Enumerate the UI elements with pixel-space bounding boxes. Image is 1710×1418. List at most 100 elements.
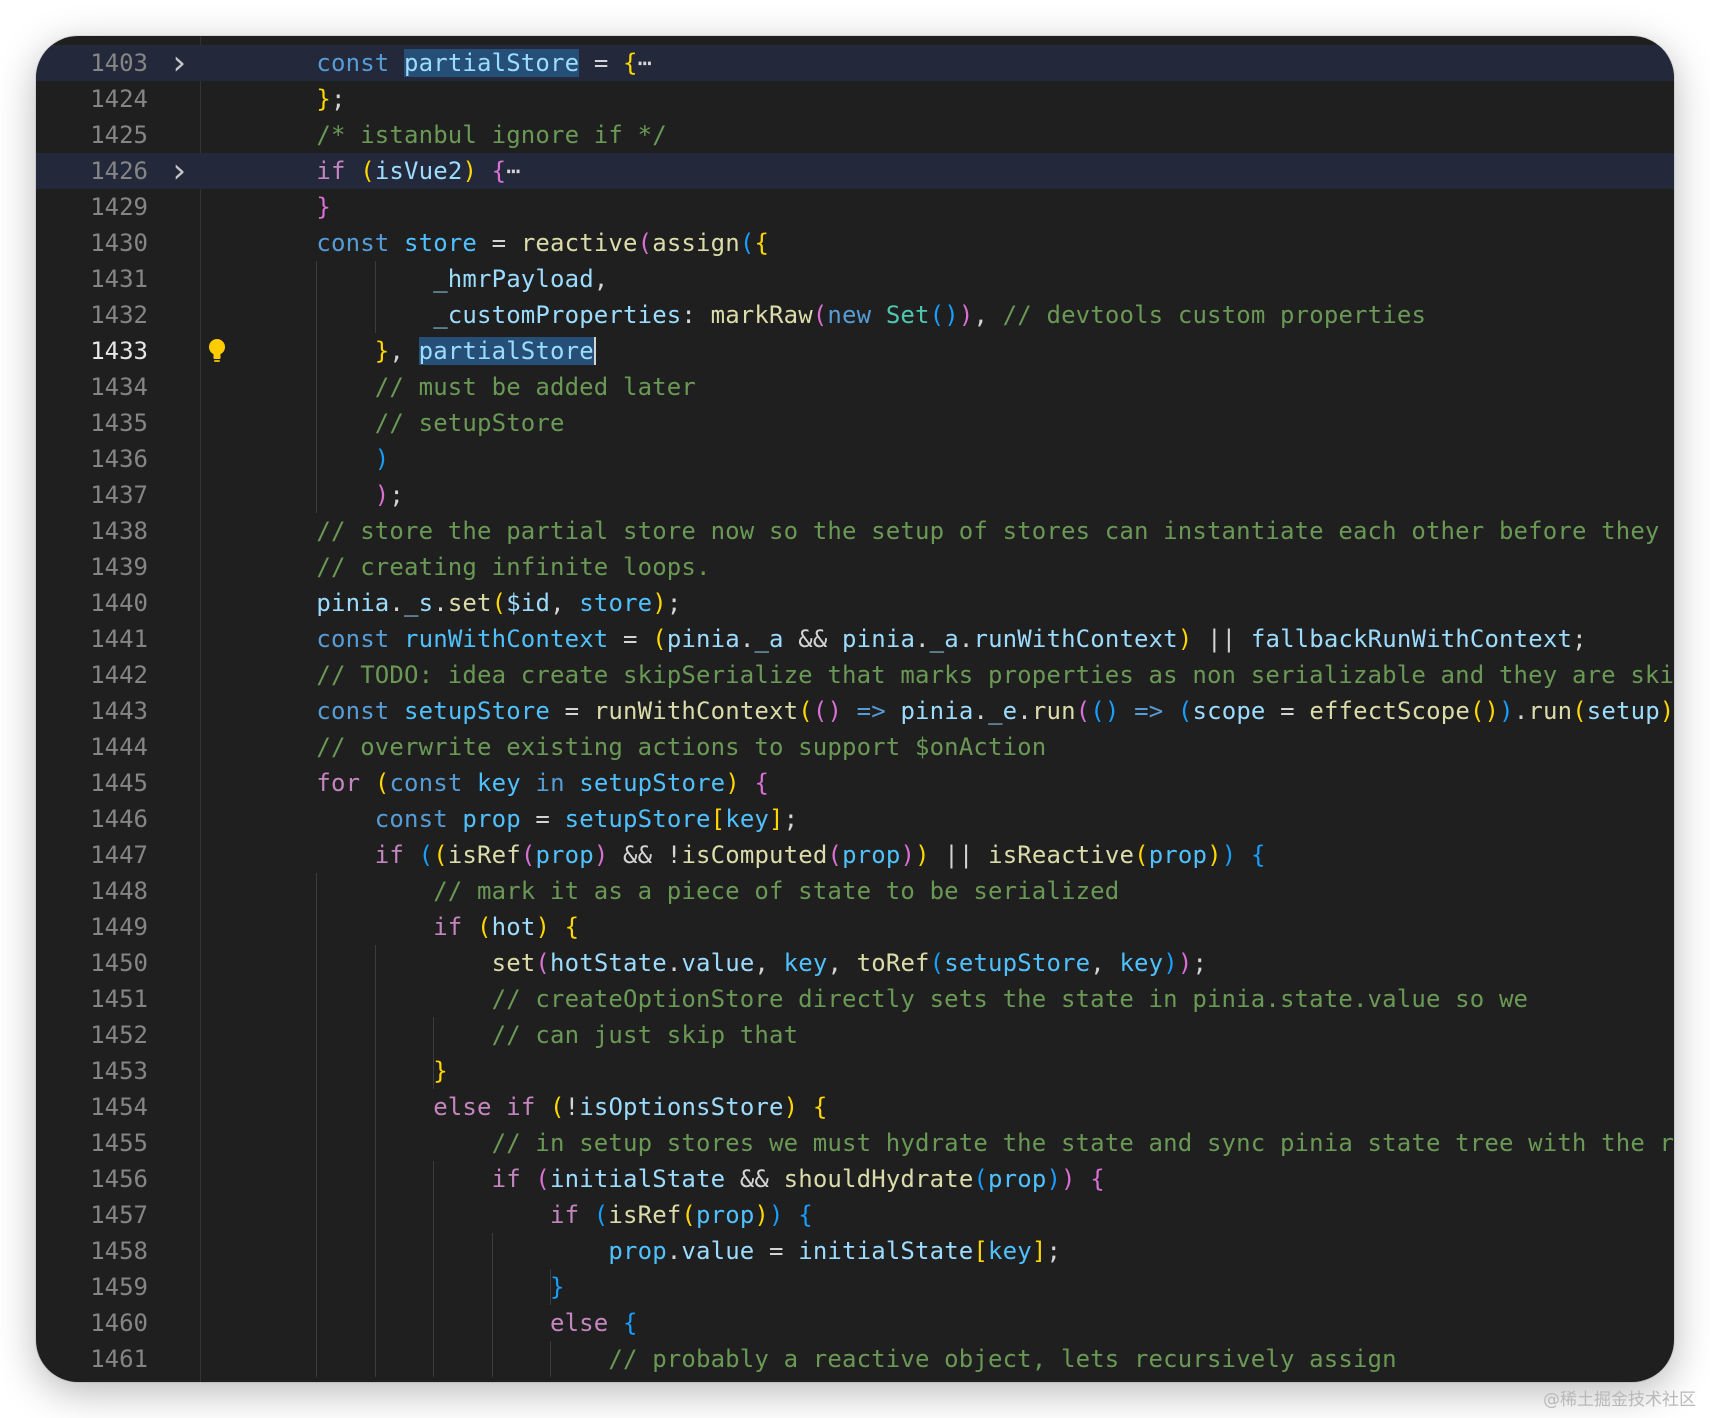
code-text[interactable]: if (isRef(prop)) {: [258, 1197, 813, 1233]
code-text[interactable]: set(hotState.value, key, toRef(setupStor…: [258, 945, 1207, 981]
code-line[interactable]: 1458 prop.value = initialState[key];: [36, 1233, 1674, 1269]
code-line[interactable]: 1435 // setupStore: [36, 405, 1674, 441]
code-token: isReactive: [988, 841, 1135, 869]
code-text[interactable]: _customProperties: markRaw(new Set()), /…: [258, 297, 1426, 333]
code-line[interactable]: 1448 // mark it as a piece of state to b…: [36, 873, 1674, 909]
code-token: ||: [1192, 625, 1251, 653]
code-text[interactable]: const prop = setupStore[key];: [258, 801, 798, 837]
code-line[interactable]: 1438 // store the partial store now so t…: [36, 513, 1674, 549]
code-line[interactable]: 1443 const setupStore = runWithContext((…: [36, 693, 1674, 729]
code-line[interactable]: 1424 };: [36, 81, 1674, 117]
code-token: [: [710, 805, 726, 833]
code-text[interactable]: // createOptionStore directly sets the s…: [258, 981, 1528, 1017]
code-text[interactable]: if ((isRef(prop) && !isComputed(prop)) |…: [258, 837, 1266, 873]
code-token: _s: [404, 589, 434, 617]
code-line[interactable]: 1459 }: [36, 1269, 1674, 1305]
code-text[interactable]: if (initialState && shouldHydrate(prop))…: [258, 1161, 1105, 1197]
code-text[interactable]: );: [258, 477, 404, 513]
code-editor[interactable]: 1403 › const partialStore = {⋯ 1424 }; 1425…: [36, 36, 1674, 1382]
code-line[interactable]: 1453 }: [36, 1053, 1674, 1089]
code-token: =: [608, 625, 653, 653]
code-text[interactable]: else if (!isOptionsStore) {: [258, 1089, 827, 1125]
code-line[interactable]: 1450 set(hotState.value, key, toRef(setu…: [36, 945, 1674, 981]
code-line[interactable]: 1434 // must be added later: [36, 369, 1674, 405]
code-line[interactable]: 1432 _customProperties: markRaw(new Set(…: [36, 297, 1674, 333]
code-line[interactable]: 1437 );: [36, 477, 1674, 513]
code-text[interactable]: // mark it as a piece of state to be ser…: [258, 873, 1119, 909]
code-text[interactable]: // creating infinite loops.: [258, 549, 711, 585]
lightbulb-icon[interactable]: [204, 333, 230, 369]
code-line[interactable]: 1445 for (const key in setupStore) {: [36, 765, 1674, 801]
code-text[interactable]: // can just skip that: [258, 1017, 798, 1053]
code-line[interactable]: 1442 // TODO: idea create skipSerialize …: [36, 657, 1674, 693]
code-text[interactable]: const runWithContext = (pinia._a && pini…: [258, 621, 1587, 657]
code-token: (: [1075, 697, 1091, 725]
code-line[interactable]: 1429 }: [36, 189, 1674, 225]
code-line[interactable]: 1447 if ((isRef(prop) && !isComputed(pro…: [36, 837, 1674, 873]
line-number: 1441: [90, 625, 148, 653]
code-line[interactable]: 1461 // probably a reactive object, lets…: [36, 1341, 1674, 1377]
code-text[interactable]: for (const key in setupStore) {: [258, 765, 769, 801]
fold-chevron-icon[interactable]: ›: [166, 153, 192, 189]
code-comment: // setupStore: [374, 409, 565, 437]
code-text[interactable]: // store the partial store now so the se…: [258, 513, 1674, 549]
code-text[interactable]: const setupStore = runWithContext(() => …: [258, 693, 1674, 729]
code-text[interactable]: if (isVue2) {⋯: [258, 153, 521, 189]
code-line[interactable]: 1455 // in setup stores we must hydrate …: [36, 1125, 1674, 1161]
code-line[interactable]: 1454 else if (!isOptionsStore) {: [36, 1089, 1674, 1125]
code-text[interactable]: // TODO: idea create skipSerialize that …: [258, 657, 1674, 693]
code-text[interactable]: pinia._s.set($id, store);: [258, 585, 681, 621]
code-line[interactable]: 1431 _hmrPayload,: [36, 261, 1674, 297]
code-text[interactable]: else {: [258, 1305, 638, 1341]
code-area[interactable]: 1403 › const partialStore = {⋯ 1424 }; 1425…: [36, 36, 1674, 1382]
code-line[interactable]: 1449 if (hot) {: [36, 909, 1674, 945]
code-line[interactable]: 1433 }, partialStore: [36, 333, 1674, 369]
code-token: (: [360, 157, 375, 185]
code-line[interactable]: 1441 const runWithContext = (pinia._a &&…: [36, 621, 1674, 657]
code-text[interactable]: if (hot) {: [258, 909, 579, 945]
code-text[interactable]: }, partialStore: [258, 333, 596, 369]
code-text[interactable]: }: [258, 1053, 448, 1089]
code-line[interactable]: 1425 /* istanbul ignore if */: [36, 117, 1674, 153]
code-text[interactable]: const store = reactive(assign({: [258, 225, 769, 261]
code-text[interactable]: const partialStore = {⋯: [258, 45, 652, 81]
code-text[interactable]: // must be added later: [258, 369, 696, 405]
code-text[interactable]: }: [258, 189, 331, 225]
code-text[interactable]: // probably a reactive object, lets recu…: [258, 1341, 1397, 1377]
code-text[interactable]: // in setup stores we must hydrate the s…: [258, 1125, 1674, 1161]
code-line[interactable]: 1444 // overwrite existing actions to su…: [36, 729, 1674, 765]
code-line[interactable]: 1436 ): [36, 441, 1674, 477]
fold-chevron-icon[interactable]: ›: [166, 45, 192, 81]
code-text[interactable]: };: [258, 81, 346, 117]
code-line[interactable]: 1430 const store = reactive(assign({: [36, 225, 1674, 261]
code-line[interactable]: 1426 › if (isVue2) {⋯: [36, 153, 1674, 189]
code-line[interactable]: 1446 const prop = setupStore[key];: [36, 801, 1674, 837]
code-line[interactable]: 1460 else {: [36, 1305, 1674, 1341]
code-text[interactable]: // setupStore: [258, 405, 565, 441]
code-token: pinia: [900, 697, 974, 725]
code-text[interactable]: _hmrPayload,: [258, 261, 608, 297]
code-text[interactable]: /* istanbul ignore if */: [258, 117, 667, 153]
code-line[interactable]: 1440 pinia._s.set($id, store);: [36, 585, 1674, 621]
code-line[interactable]: 1457 if (isRef(prop)) {: [36, 1197, 1674, 1233]
code-line[interactable]: 1452 // can just skip that: [36, 1017, 1674, 1053]
code-line[interactable]: 1451 // createOptionStore directly sets …: [36, 981, 1674, 1017]
code-text[interactable]: }: [258, 1269, 565, 1305]
line-number: 1440: [90, 589, 148, 617]
code-text[interactable]: // overwrite existing actions to support…: [258, 729, 1046, 765]
code-line[interactable]: 1439 // creating infinite loops.: [36, 549, 1674, 585]
code-line[interactable]: 1456 if (initialState && shouldHydrate(p…: [36, 1161, 1674, 1197]
code-token: else: [433, 1093, 492, 1121]
code-token: runWithContext: [973, 625, 1178, 653]
code-text[interactable]: ): [258, 441, 389, 477]
code-text[interactable]: prop.value = initialState[key];: [258, 1233, 1061, 1269]
code-token: }: [316, 85, 332, 113]
code-token: setupStore: [564, 805, 711, 833]
code-line[interactable]: 1403 › const partialStore = {⋯: [36, 45, 1674, 81]
